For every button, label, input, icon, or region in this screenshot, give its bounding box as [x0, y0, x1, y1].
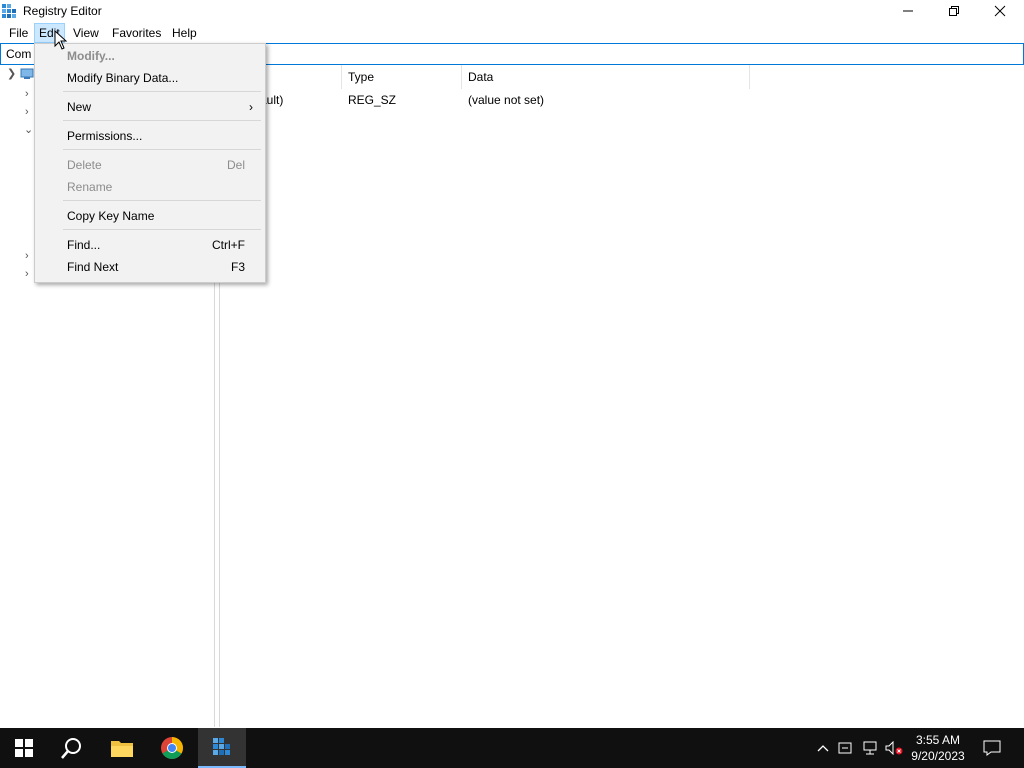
minimize-button[interactable] — [885, 0, 931, 22]
menu-item-label: Delete — [67, 158, 102, 172]
menu-file[interactable]: File — [5, 24, 32, 42]
clock[interactable]: 3:55 AM 9/20/2023 — [905, 732, 971, 764]
menu-item-shortcut: F3 — [230, 260, 245, 274]
file-explorer-button[interactable] — [98, 728, 146, 768]
mouse-pointer-icon — [54, 30, 68, 50]
registry-editor-icon — [2, 4, 16, 18]
menu-item-find-next[interactable]: Find Next F3 — [35, 256, 265, 278]
menu-item-label: Modify Binary Data... — [67, 71, 179, 85]
tree-expand-icon[interactable]: › — [25, 268, 29, 280]
chrome-button[interactable] — [148, 728, 196, 768]
notifications-icon — [983, 740, 1001, 756]
menu-item-label: Copy Key Name — [67, 209, 155, 223]
windows-logo-icon — [15, 739, 33, 757]
network-button[interactable] — [860, 728, 880, 768]
close-icon — [994, 5, 1006, 17]
menu-item-copy-key-name[interactable]: Copy Key Name — [35, 205, 265, 227]
search-button[interactable] — [48, 728, 96, 768]
start-button[interactable] — [0, 728, 48, 768]
menu-favorites[interactable]: Favorites — [108, 24, 165, 42]
menu-bar: File Edit View Favorites Help — [0, 22, 1024, 43]
show-hidden-icons-button[interactable] — [814, 728, 832, 768]
computer-icon — [20, 68, 34, 79]
value-data[interactable]: (value not set) — [468, 93, 544, 107]
tree-collapse-icon[interactable]: ⌄ — [24, 123, 33, 136]
menu-separator — [63, 91, 261, 92]
menu-separator — [63, 120, 261, 121]
menu-item-delete[interactable]: Delete Del — [35, 154, 265, 176]
expand-chevron-icon[interactable]: ❯ — [7, 67, 16, 80]
menu-item-label: New — [67, 100, 92, 114]
edit-menu: Modify... Modify Binary Data... New › Pe… — [34, 43, 266, 283]
menu-help[interactable]: Help — [168, 24, 201, 42]
menu-separator — [63, 200, 261, 201]
minimize-icon — [903, 10, 913, 12]
menu-item-label: Rename — [67, 180, 113, 194]
network-icon — [863, 741, 877, 755]
registry-editor-taskbar-button[interactable] — [198, 728, 246, 768]
tree-expand-icon[interactable]: › — [25, 250, 29, 262]
menu-item-new[interactable]: New › — [35, 96, 265, 118]
chevron-up-icon — [817, 745, 829, 752]
menu-view[interactable]: View — [69, 24, 103, 42]
restore-button[interactable] — [931, 0, 977, 22]
volume-muted-icon — [885, 741, 903, 755]
action-center-button[interactable] — [980, 728, 1004, 768]
clock-time: 3:55 AM — [915, 733, 961, 747]
close-button[interactable] — [977, 0, 1023, 22]
menu-item-modify-binary[interactable]: Modify Binary Data... — [35, 67, 265, 89]
values-list[interactable]: Type Data ault) REG_SZ (value not set) — [220, 65, 1024, 727]
menu-separator — [63, 229, 261, 230]
column-header-type[interactable]: Type — [342, 65, 462, 89]
title-bar: Registry Editor — [0, 0, 1024, 22]
submenu-arrow-icon: › — [249, 100, 253, 114]
column-header-data[interactable]: Data — [462, 65, 750, 89]
menu-item-label: Modify... — [67, 49, 115, 63]
menu-item-shortcut: Ctrl+F — [212, 238, 245, 252]
search-icon — [61, 738, 81, 759]
menu-separator — [63, 149, 261, 150]
address-text: Com — [6, 47, 32, 61]
menu-item-shortcut: Del — [226, 158, 245, 172]
restore-icon — [949, 6, 959, 16]
tree-expand-icon[interactable]: › — [25, 88, 29, 100]
folder-icon — [111, 741, 133, 757]
menu-item-label: Find... — [67, 238, 101, 252]
chrome-icon — [161, 737, 183, 759]
notification-tray-icon — [838, 742, 852, 754]
menu-item-label: Find Next — [67, 260, 119, 274]
menu-item-label: Permissions... — [67, 129, 143, 143]
tray-app-button[interactable] — [836, 728, 856, 768]
registry-editor-icon — [213, 738, 230, 755]
menu-item-modify[interactable]: Modify... — [35, 45, 265, 67]
menu-item-rename[interactable]: Rename — [35, 176, 265, 198]
clock-date: 9/20/2023 — [911, 749, 965, 763]
window-title: Registry Editor — [23, 4, 102, 18]
menu-item-find[interactable]: Find... Ctrl+F — [35, 234, 265, 256]
taskbar: 3:55 AM 9/20/2023 — [0, 728, 1024, 768]
value-type[interactable]: REG_SZ — [348, 93, 396, 107]
tree-expand-icon[interactable]: › — [25, 106, 29, 118]
volume-button[interactable] — [884, 728, 904, 768]
menu-item-permissions[interactable]: Permissions... — [35, 125, 265, 147]
